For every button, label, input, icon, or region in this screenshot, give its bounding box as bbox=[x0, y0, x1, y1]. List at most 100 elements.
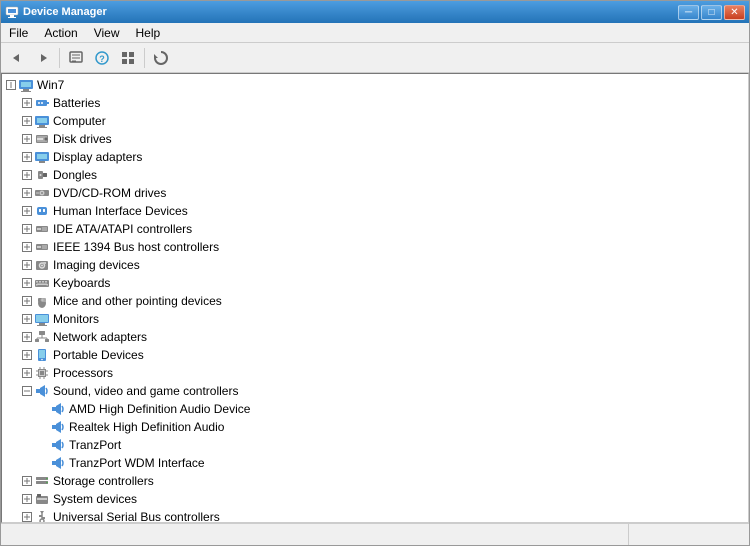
expand-network[interactable] bbox=[20, 330, 34, 344]
tree-root-win7[interactable]: Win7 bbox=[2, 76, 748, 94]
content-area: Win7 bbox=[1, 73, 749, 523]
ide-label: IDE ATA/ATAPI controllers bbox=[53, 222, 192, 236]
tree-dvd-drives[interactable]: DVD/CD-ROM drives bbox=[18, 184, 748, 202]
tree-keyboards[interactable]: Keyboards bbox=[18, 274, 748, 292]
menu-action[interactable]: Action bbox=[36, 23, 85, 42]
svg-text:?: ? bbox=[99, 54, 105, 64]
system-devices-icon bbox=[34, 491, 50, 507]
status-pane-1 bbox=[1, 524, 629, 545]
maximize-button[interactable]: □ bbox=[701, 5, 722, 20]
title-bar-left: Device Manager bbox=[5, 5, 107, 19]
device-tree[interactable]: Win7 bbox=[1, 73, 749, 523]
expand-portable[interactable] bbox=[20, 348, 34, 362]
portable-devices-label: Portable Devices bbox=[53, 348, 144, 362]
tree-dongles[interactable]: Dongles bbox=[18, 166, 748, 184]
system-devices-label: System devices bbox=[53, 492, 137, 506]
back-button[interactable] bbox=[5, 46, 29, 70]
tree-monitors[interactable]: Monitors bbox=[18, 310, 748, 328]
menu-bar: File Action View Help bbox=[1, 23, 749, 43]
expand-usb[interactable] bbox=[20, 510, 34, 523]
device-manager-window: Device Manager ─ □ ✕ File Action View He… bbox=[0, 0, 750, 546]
expand-computer[interactable] bbox=[20, 114, 34, 128]
properties-button[interactable] bbox=[64, 46, 88, 70]
forward-button[interactable] bbox=[31, 46, 55, 70]
tree-network[interactable]: Network adapters bbox=[18, 328, 748, 346]
dongles-icon bbox=[34, 167, 50, 183]
tree-storage[interactable]: Storage controllers bbox=[18, 472, 748, 490]
realtek-icon bbox=[50, 419, 66, 435]
spacer-tranzport-wdm bbox=[36, 456, 50, 470]
expand-system[interactable] bbox=[20, 492, 34, 506]
disk-drives-label: Disk drives bbox=[53, 132, 112, 146]
expand-dvd[interactable] bbox=[20, 186, 34, 200]
tree-computer[interactable]: Computer bbox=[18, 112, 748, 130]
tree-ide[interactable]: IDE ATA/ATAPI controllers bbox=[18, 220, 748, 238]
tree-disk-drives[interactable]: Disk drives bbox=[18, 130, 748, 148]
close-button[interactable]: ✕ bbox=[724, 5, 745, 20]
dvd-drives-label: DVD/CD-ROM drives bbox=[53, 186, 166, 200]
help-button[interactable]: ? bbox=[90, 46, 114, 70]
expand-batteries[interactable] bbox=[20, 96, 34, 110]
tree-imaging[interactable]: Imaging devices bbox=[18, 256, 748, 274]
usb-icon bbox=[34, 509, 50, 523]
tree-realtek-audio[interactable]: Realtek High Definition Audio bbox=[34, 418, 748, 436]
expand-storage[interactable] bbox=[20, 474, 34, 488]
toolbar-separator-1 bbox=[59, 48, 60, 68]
dongles-label: Dongles bbox=[53, 168, 97, 182]
tree-hid[interactable]: Human Interface Devices bbox=[18, 202, 748, 220]
expand-win7[interactable] bbox=[4, 78, 18, 92]
tree-batteries[interactable]: Batteries bbox=[18, 94, 748, 112]
tranzport-wdm-icon bbox=[50, 455, 66, 471]
tree-usb[interactable]: Universal Serial Bus controllers bbox=[18, 508, 748, 523]
expand-sound[interactable] bbox=[20, 384, 34, 398]
expand-monitors[interactable] bbox=[20, 312, 34, 326]
tree-ieee1394[interactable]: IEEE 1394 Bus host controllers bbox=[18, 238, 748, 256]
view-button[interactable] bbox=[116, 46, 140, 70]
expand-hid[interactable] bbox=[20, 204, 34, 218]
expand-ieee[interactable] bbox=[20, 240, 34, 254]
display-icon bbox=[34, 149, 50, 165]
amd-audio-label: AMD High Definition Audio Device bbox=[69, 402, 250, 416]
tree-sound[interactable]: Sound, video and game controllers bbox=[18, 382, 748, 400]
spacer-amd bbox=[36, 402, 50, 416]
realtek-label: Realtek High Definition Audio bbox=[69, 420, 224, 434]
tree-amd-audio[interactable]: AMD High Definition Audio Device bbox=[34, 400, 748, 418]
menu-view[interactable]: View bbox=[86, 23, 128, 42]
expand-dongles[interactable] bbox=[20, 168, 34, 182]
imaging-label: Imaging devices bbox=[53, 258, 140, 272]
tree-tranzport[interactable]: TranzPort bbox=[34, 436, 748, 454]
expand-imaging[interactable] bbox=[20, 258, 34, 272]
usb-label: Universal Serial Bus controllers bbox=[53, 510, 220, 523]
scan-button[interactable] bbox=[149, 46, 173, 70]
menu-help[interactable]: Help bbox=[128, 23, 169, 42]
tree-mice[interactable]: Mice and other pointing devices bbox=[18, 292, 748, 310]
expand-keyboards[interactable] bbox=[20, 276, 34, 290]
spacer-tranzport bbox=[36, 438, 50, 452]
expand-display[interactable] bbox=[20, 150, 34, 164]
hid-icon bbox=[34, 203, 50, 219]
status-pane-2 bbox=[629, 524, 749, 545]
tree-tranzport-wdm[interactable]: TranzPort WDM Interface bbox=[34, 454, 748, 472]
expand-mice[interactable] bbox=[20, 294, 34, 308]
expand-processors[interactable] bbox=[20, 366, 34, 380]
dvd-icon bbox=[34, 185, 50, 201]
ieee-icon bbox=[34, 239, 50, 255]
tree-system-devices[interactable]: System devices bbox=[18, 490, 748, 508]
tree-processors[interactable]: Processors bbox=[18, 364, 748, 382]
tranzport-icon bbox=[50, 437, 66, 453]
display-adapters-label: Display adapters bbox=[53, 150, 142, 164]
monitors-label: Monitors bbox=[53, 312, 99, 326]
toolbar: ? bbox=[1, 43, 749, 73]
expand-disk[interactable] bbox=[20, 132, 34, 146]
expand-ide[interactable] bbox=[20, 222, 34, 236]
title-bar: Device Manager ─ □ ✕ bbox=[1, 1, 749, 23]
status-bar bbox=[1, 523, 749, 545]
window-title: Device Manager bbox=[23, 6, 107, 18]
hid-label: Human Interface Devices bbox=[53, 204, 188, 218]
sound-icon bbox=[34, 383, 50, 399]
tree-portable-devices[interactable]: Portable Devices bbox=[18, 346, 748, 364]
storage-icon bbox=[34, 473, 50, 489]
minimize-button[interactable]: ─ bbox=[678, 5, 699, 20]
menu-file[interactable]: File bbox=[1, 23, 36, 42]
tree-display-adapters[interactable]: Display adapters bbox=[18, 148, 748, 166]
